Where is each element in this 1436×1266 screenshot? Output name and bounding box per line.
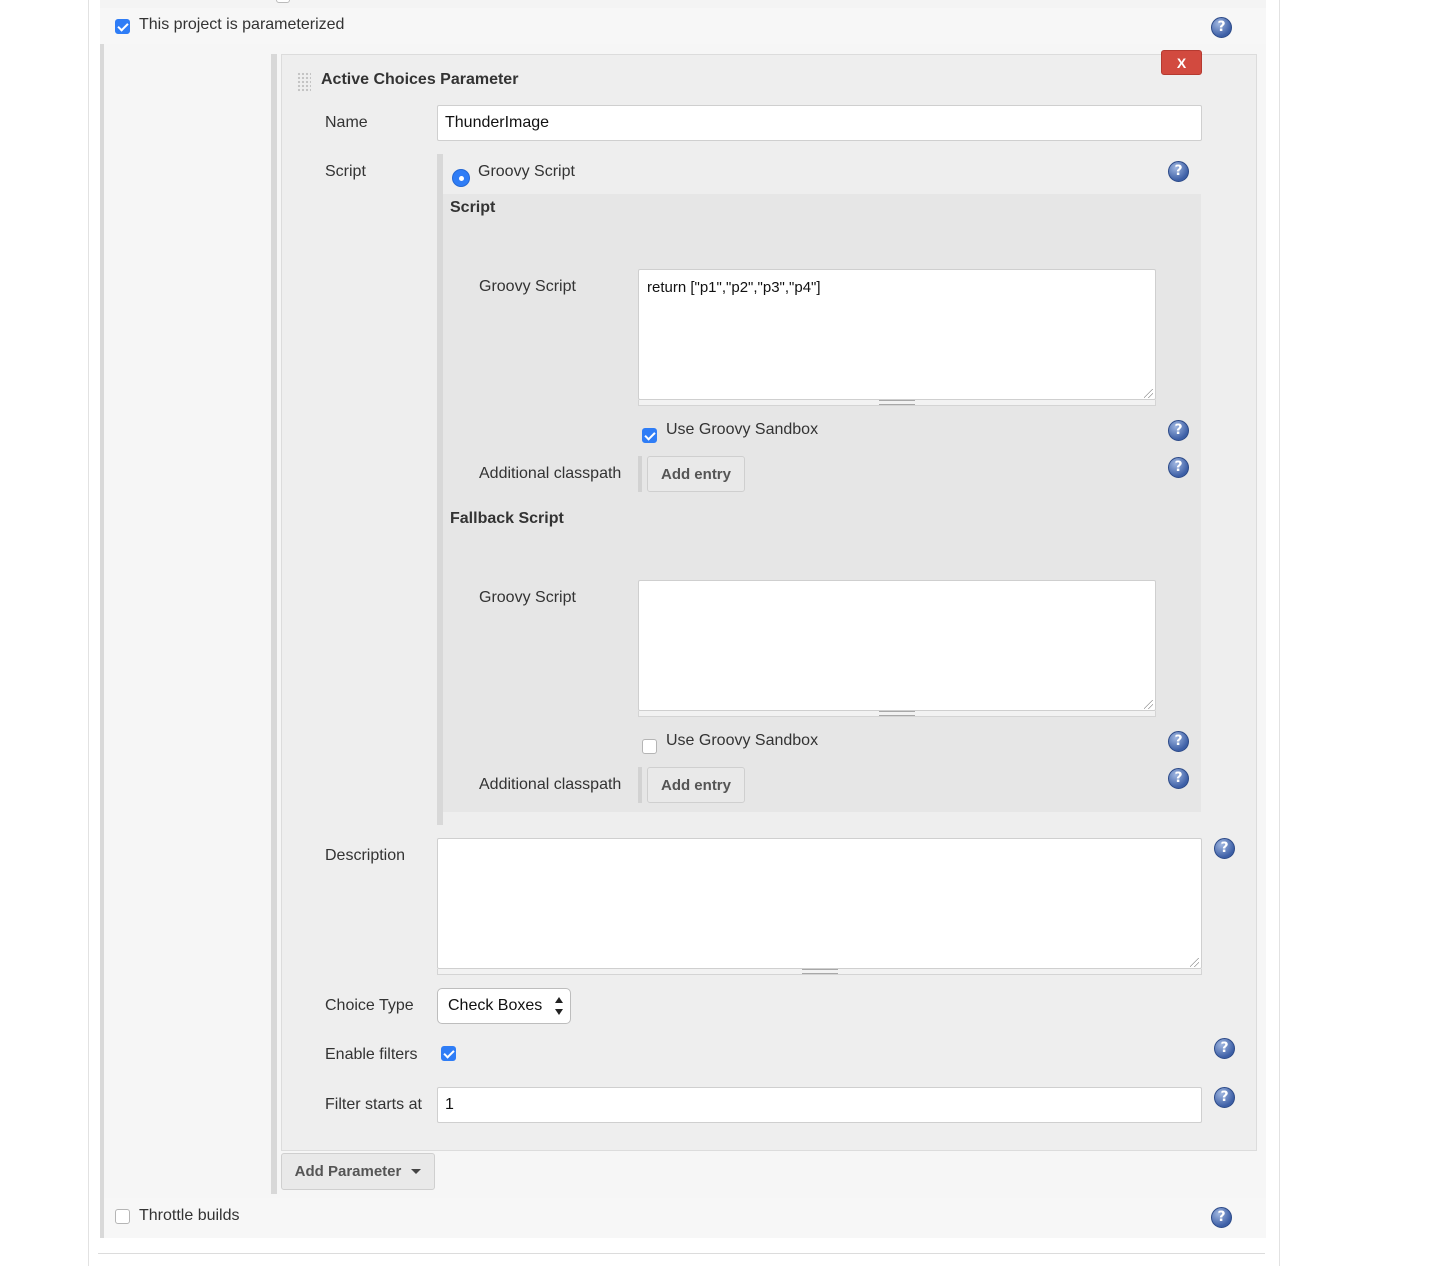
fallback-section-heading: Fallback Script — [450, 510, 564, 527]
throttle-builds-label: Throttle builds — [139, 1207, 240, 1224]
throttle-row — [100, 1198, 1266, 1238]
drag-handle-icon[interactable] — [297, 72, 311, 92]
choice-type-label: Choice Type — [325, 997, 414, 1014]
script-section-heading: Script — [450, 199, 496, 216]
enable-filters-checkbox[interactable] — [441, 1046, 456, 1061]
help-icon[interactable]: ? — [1168, 768, 1189, 789]
help-icon[interactable]: ? — [1168, 731, 1189, 752]
resize-grip-icon[interactable] — [1144, 389, 1153, 398]
name-input[interactable]: ThunderImage — [437, 105, 1202, 141]
enable-filters-label: Enable filters — [325, 1046, 418, 1063]
delete-parameter-button[interactable]: X — [1161, 50, 1202, 75]
help-icon[interactable]: ? — [1211, 17, 1232, 38]
parameter-rail — [271, 54, 277, 1194]
help-icon[interactable]: ? — [1168, 457, 1189, 478]
add-parameter-label: Add Parameter — [294, 1163, 402, 1180]
fallback-groovy-script-textarea[interactable] — [638, 580, 1156, 711]
previous-row-strip — [100, 0, 1266, 8]
name-label: Name — [325, 114, 368, 131]
parameterized-checkbox[interactable] — [115, 19, 130, 34]
filter-starts-label: Filter starts at — [325, 1096, 422, 1113]
groovy-script-label: Groovy Script — [479, 278, 576, 295]
select-arrows-icon — [555, 997, 563, 1015]
groovy-script-radio[interactable] — [452, 169, 470, 187]
fallback-sandbox-checkbox[interactable] — [642, 739, 657, 754]
choice-type-value: Check Boxes — [448, 997, 543, 1014]
fallback-sandbox-label: Use Groovy Sandbox — [666, 732, 819, 749]
help-icon[interactable]: ? — [1214, 1038, 1235, 1059]
resize-grip-icon[interactable] — [1190, 958, 1199, 967]
help-icon[interactable]: ? — [1211, 1207, 1232, 1228]
groovy-script-option-label: Groovy Script — [478, 163, 575, 180]
description-textarea[interactable] — [437, 838, 1202, 969]
filter-starts-input[interactable]: 1 — [437, 1087, 1202, 1123]
script-add-entry-button[interactable]: Add entry — [647, 456, 745, 492]
parameter-title: Active Choices Parameter — [321, 71, 519, 88]
fallback-classpath-label: Additional classpath — [479, 776, 622, 793]
section-divider — [98, 1253, 1265, 1254]
textarea-expand-handle[interactable] — [437, 969, 1202, 975]
script-sandbox-checkbox[interactable] — [642, 428, 657, 443]
choice-type-select[interactable]: Check Boxes — [437, 988, 571, 1024]
help-icon[interactable]: ? — [1168, 420, 1189, 441]
script-label: Script — [325, 163, 366, 180]
caret-down-icon — [411, 1169, 422, 1174]
classpath-rail — [638, 767, 642, 803]
resize-grip-icon[interactable] — [1144, 700, 1153, 709]
textarea-expand-handle[interactable] — [638, 400, 1156, 406]
previous-row-checkbox[interactable] — [276, 0, 290, 3]
help-icon[interactable]: ? — [1214, 838, 1235, 859]
help-icon[interactable]: ? — [1168, 161, 1189, 182]
fallback-add-entry-button[interactable]: Add entry — [647, 767, 745, 803]
add-parameter-button[interactable]: Add Parameter — [281, 1153, 435, 1190]
script-sandbox-label: Use Groovy Sandbox — [666, 421, 819, 438]
fallback-groovy-script-label: Groovy Script — [479, 589, 576, 606]
parameterized-label: This project is parameterized — [139, 16, 345, 33]
throttle-builds-checkbox[interactable] — [115, 1209, 130, 1224]
script-classpath-label: Additional classpath — [479, 465, 622, 482]
textarea-expand-handle[interactable] — [638, 711, 1156, 717]
description-label: Description — [325, 847, 406, 864]
classpath-rail — [638, 456, 642, 492]
help-icon[interactable]: ? — [1214, 1087, 1235, 1108]
groovy-script-textarea[interactable]: return ["p1","p2","p3","p4"] — [638, 269, 1156, 400]
